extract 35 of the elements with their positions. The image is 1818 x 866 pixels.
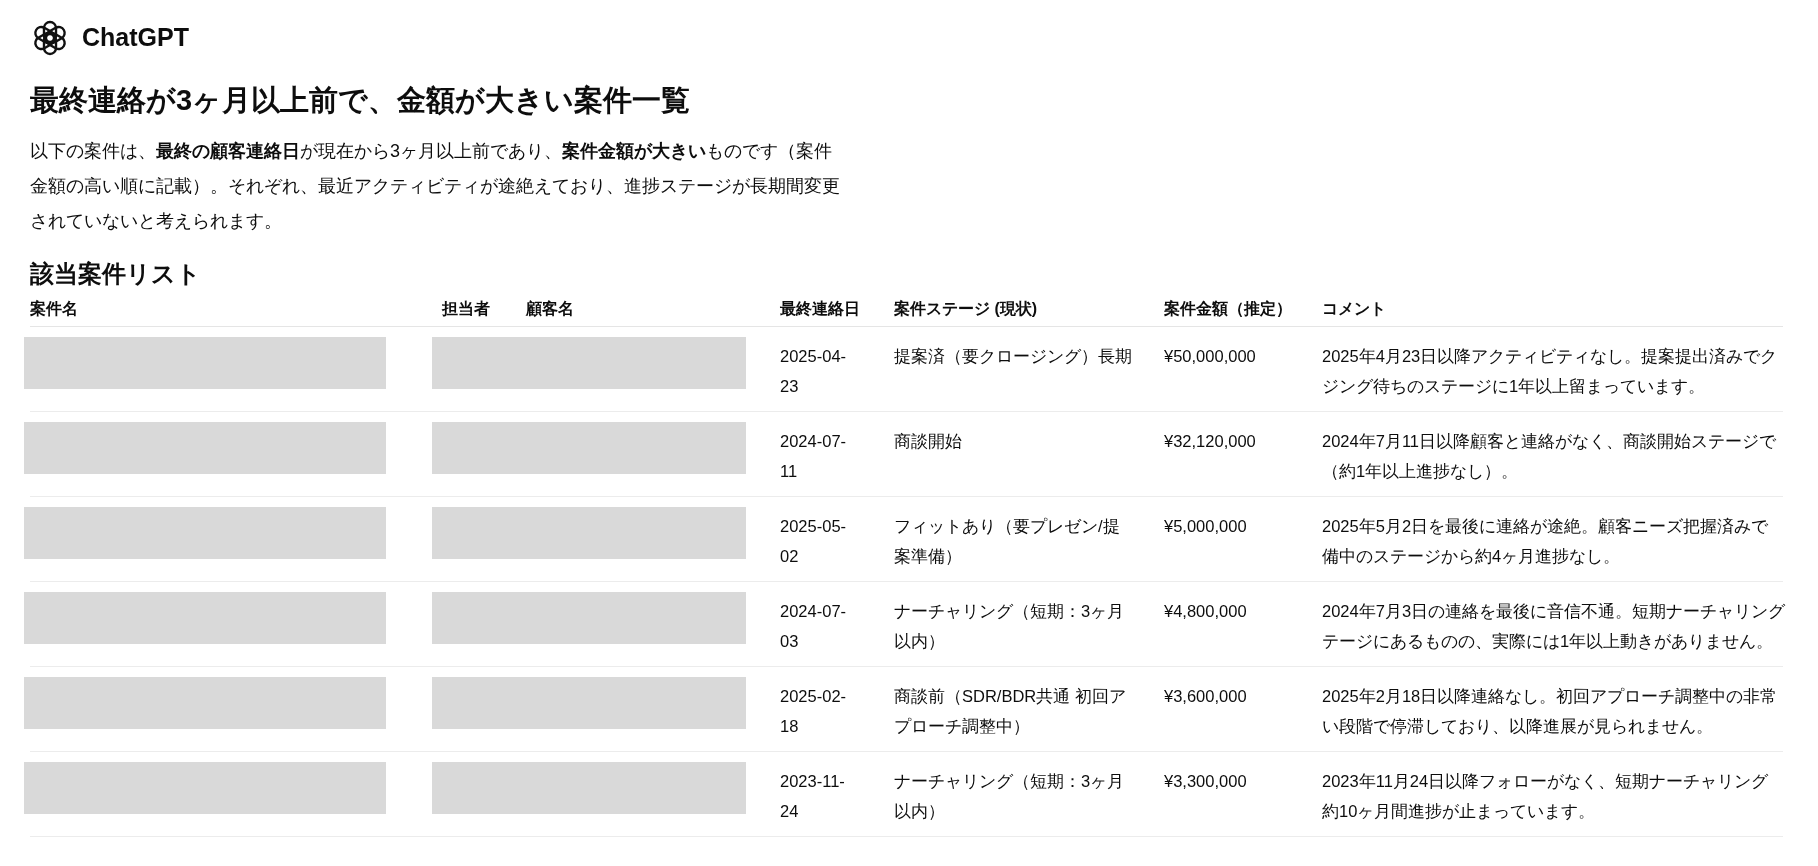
amount-cell: ¥4,800,000 [1164, 602, 1247, 620]
amount-cell: ¥50,000,000 [1164, 347, 1256, 365]
page-title: 最終連絡が3ヶ月以上前で、金額が大きい案件一覧 [30, 83, 692, 118]
stage-cell: 商談開始 [894, 432, 962, 450]
column-header: 担当者 [442, 299, 491, 318]
stage-cell: ナーチャリング（短期：3ヶ月以内） [894, 602, 1125, 650]
intro-paragraph: 以下の案件は、最終の顧客連絡日が現在から3ヶ月以上前であり、案件金額が大きいものです（案件金額の高い順に記載）。それぞれ、最近アクティビティが途絶えており、進捗ステージが長期間変更されていないと考えられます。 [30, 140, 840, 233]
date-cell-text: 2023-11-24 [780, 771, 846, 822]
comment-cell-text: 2025年2月18日以降連絡なし。初回アプローチ調整中の非常 い段階で停滞しており、以降進展が見られません。 [1322, 686, 1779, 737]
stage-cell: ナーチャリング（短期：3ヶ月以内） [894, 772, 1125, 820]
date-cell-text: 2025-04-23 [780, 346, 848, 397]
date-cell-text: 2025-05-02 [780, 516, 848, 567]
comment-cell-text: 2025年4月23日以降アクティビティなし。提案提出済みでク ジング待ちのステージに1年以上留まっています。 [1322, 346, 1779, 397]
comment-cell-text: 2024年7月11日以降顧客と連絡がなく、商談開始ステージで （約1年以上進捗なし）。 [1322, 431, 1777, 482]
stage-cell: フィットあり（要プレゼン/提案準備） [894, 517, 1120, 565]
comment-cell-text: 2024年7月3日の連絡を最後に音信不通。短期ナーチャリング テージにあるものの、実際には1年以上動きがありません。 [1322, 601, 1783, 652]
amount-cell: ¥3,600,000 [1164, 687, 1247, 705]
date-cell-text: 2024-07-03 [780, 601, 848, 652]
stage-cell: 商談前（SDR/BDR共通 初回アプローチ調整中） [894, 687, 1126, 735]
stage-cell: 提案済（要クロージング）長期 [894, 347, 1132, 365]
column-header: 顧客名 [526, 299, 575, 318]
brand-name: ChatGPT [82, 22, 189, 54]
comment-cell-text: 2025年5月2日を最後に連絡が途絶。顧客ニーズ把握済みで 備中のステージから約4ヶ月進捗なし。 [1322, 516, 1770, 567]
column-header: 案件名 [30, 299, 79, 318]
column-header: 案件金額（推定） [1164, 299, 1293, 318]
amount-cell: ¥5,000,000 [1164, 517, 1247, 535]
column-header: 案件ステージ (現状) [894, 299, 1039, 318]
amount-cell: ¥32,120,000 [1164, 432, 1256, 450]
column-header: 最終連絡日 [780, 299, 861, 318]
date-cell-text: 2024-07-11 [780, 431, 848, 482]
amount-cell: ¥3,300,000 [1164, 772, 1247, 790]
date-cell-text: 2025-02-18 [780, 686, 848, 737]
comment-cell-text: 2023年11月24日以降フォローがなく、短期ナーチャリング 約10ヶ月間進捗が止まっています。 [1322, 771, 1770, 822]
column-header: コメント [1322, 299, 1387, 318]
section-title: 該当案件リスト [30, 259, 202, 289]
